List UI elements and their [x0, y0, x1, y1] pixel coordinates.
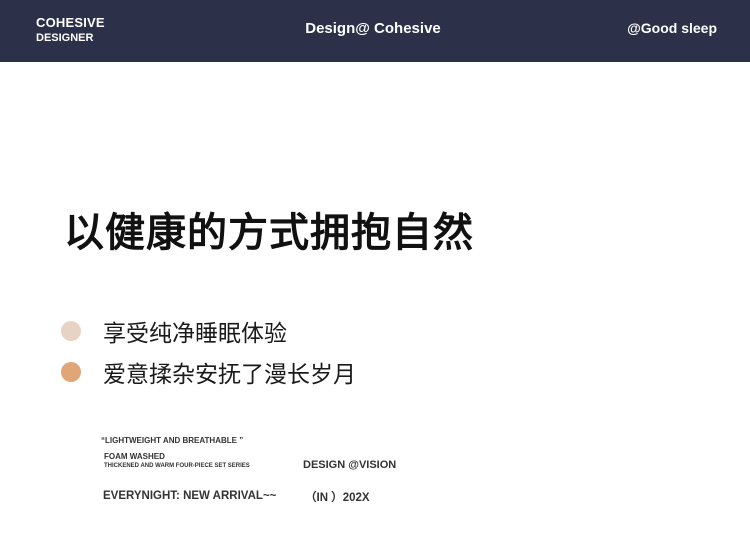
top-bar: COHESIVE DESIGNER Design@ Cohesive @Good… — [0, 0, 750, 62]
arrival-text: EVERYNIGHT: NEW ARRIVAL~~ — [103, 490, 277, 502]
year-text: （IN ）202X — [305, 492, 370, 504]
bullet-dot-icon — [61, 321, 81, 341]
vision-text: DESIGN @VISION — [303, 459, 397, 471]
page-headline: 以健康的方式拥抱自然 — [64, 210, 474, 256]
bullet-dot-icon — [61, 362, 81, 382]
bullet-text-2: 爱意揉杂安抚了漫长岁月 — [103, 362, 356, 388]
bullet-text-1: 享受纯净睡眠体验 — [103, 321, 287, 347]
header-tag: @Good sleep — [627, 20, 717, 36]
bullet-item-2: 爱意揉杂安抚了漫长岁月 — [61, 357, 356, 388]
foam-text: FOAM WASHED — [104, 452, 165, 461]
bullet-item-1: 享受纯净睡眠体验 — [61, 316, 287, 347]
quote-text: “LIGHTWEIGHT AND BREATHABLE ” — [101, 436, 244, 445]
series-text: THICKENED AND WARM FOUR-PIECE SET SERIES — [104, 463, 250, 469]
